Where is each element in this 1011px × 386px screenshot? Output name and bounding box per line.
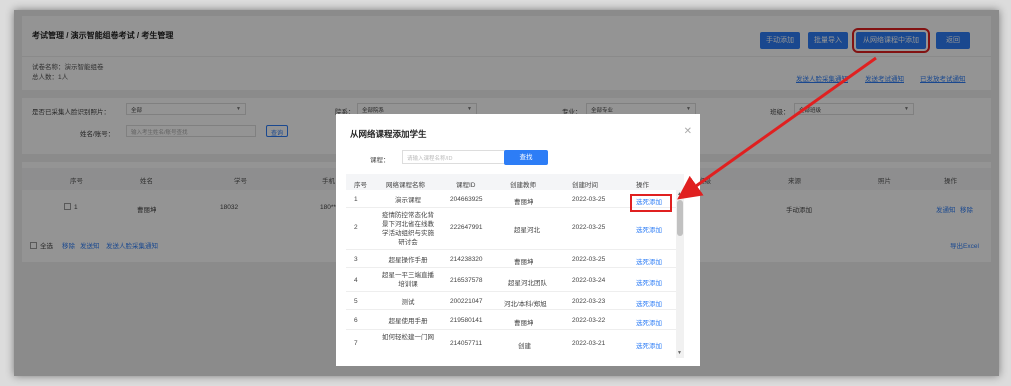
row-date: 2022-03-21	[572, 340, 606, 347]
scroll-thumb[interactable]	[677, 200, 683, 236]
col-action: 操作	[636, 182, 649, 189]
row-add-link[interactable]: 选死添加	[636, 256, 662, 266]
table-row: 4 超星一平三端直播培训课 216537578 超星河北团队 2022-03-2…	[346, 268, 684, 292]
row-add-link[interactable]: 选死添加	[636, 340, 662, 350]
row-date: 2022-03-23	[572, 298, 606, 305]
highlight-box	[630, 194, 672, 212]
row-course-id: 214238320	[450, 256, 483, 263]
col-course-name: 网络课程名称	[386, 182, 425, 189]
row-creator: 超星河北团队	[508, 280, 547, 287]
row-index: 3	[354, 256, 358, 263]
col-index: 序号	[354, 182, 367, 189]
scroll-up-icon[interactable]: ▲	[677, 191, 682, 197]
row-course-name: 超星操作手册	[388, 257, 428, 264]
row-add-link[interactable]: 选死添加	[636, 298, 662, 308]
row-course-id: 222647991	[450, 224, 483, 231]
course-table-scrollbar[interactable]: ▲ ▼	[676, 190, 684, 358]
row-date: 2022-03-25	[572, 224, 606, 231]
row-index: 2	[354, 224, 358, 231]
row-course-name: 超星使用手册	[388, 318, 428, 325]
row-date: 2022-03-24	[572, 277, 606, 284]
course-label: 课程：	[370, 157, 390, 164]
page: 考试管理 / 演示智能组卷考试 / 考生管理 手动添加 批量导入 从网络课程中添…	[14, 10, 999, 376]
row-date: 2022-03-25	[572, 256, 606, 263]
row-course-id: 219580141	[450, 317, 483, 324]
table-row: 3 超星操作手册 214238320 曹丽坤 2022-03-25 选死添加	[346, 250, 684, 268]
row-add-link[interactable]: 选死添加	[636, 224, 662, 234]
row-course-id: 216537578	[450, 277, 483, 284]
row-creator: 曹丽坤	[514, 199, 534, 206]
row-creator: 超星河北	[514, 227, 540, 234]
row-course-name: 超星一平三端直播培训课	[382, 272, 434, 288]
course-search-button[interactable]: 查找	[504, 150, 548, 165]
table-row: 7 如何轻松建一门网 214057711 创建 2022-03-21 选死添加	[346, 330, 684, 354]
row-course-id: 214057711	[450, 340, 483, 347]
row-course-name: 如何轻松建一门网	[382, 334, 434, 341]
course-search-input[interactable]: 请输入课程名称/ID	[402, 150, 512, 164]
row-creator: 曹丽坤	[514, 259, 534, 266]
course-table-header: 序号 网络课程名称 课程ID 创建教师 创建时间 操作	[346, 174, 684, 190]
col-creator: 创建教师	[510, 182, 536, 189]
row-course-name: 疫情防控常态化背景下河北省在线教学活动组织与实施研讨会	[382, 212, 434, 246]
row-course-id: 200221047	[450, 298, 483, 305]
row-date: 2022-03-25	[572, 196, 606, 203]
row-creator: 河北/本科/郑旭	[504, 301, 547, 308]
row-index: 5	[354, 298, 358, 305]
row-index: 1	[354, 196, 358, 203]
close-icon[interactable]: ✕	[684, 126, 692, 137]
row-index: 4	[354, 277, 358, 284]
row-index: 7	[354, 340, 358, 347]
col-course-id: 课程ID	[456, 182, 476, 189]
table-row: 5 测试 200221047 河北/本科/郑旭 2022-03-23 选死添加	[346, 292, 684, 310]
modal-title: 从网络课程添加学生	[350, 129, 427, 139]
row-date: 2022-03-22	[572, 317, 606, 324]
row-index: 6	[354, 317, 358, 324]
row-course-name: 演示课程	[395, 197, 421, 204]
table-row: 2 疫情防控常态化背景下河北省在线教学活动组织与实施研讨会 222647991 …	[346, 208, 684, 250]
scroll-down-icon[interactable]: ▼	[677, 350, 682, 356]
row-add-link[interactable]: 选死添加	[636, 317, 662, 327]
row-course-name: 测试	[401, 299, 415, 306]
row-creator: 创建	[518, 343, 531, 350]
table-row: 6 超星使用手册 219580141 曹丽坤 2022-03-22 选死添加	[346, 310, 684, 330]
add-from-course-modal: 从网络课程添加学生 ✕ 课程： 请输入课程名称/ID 查找 序号 网络课程名称 …	[336, 114, 700, 366]
col-created: 创建时间	[572, 182, 598, 189]
row-course-id: 204663925	[450, 196, 483, 203]
row-creator: 曹丽坤	[514, 320, 534, 327]
app-window: 考试管理 / 演示智能组卷考试 / 考生管理 手动添加 批量导入 从网络课程中添…	[14, 10, 999, 376]
row-add-link[interactable]: 选死添加	[636, 277, 662, 287]
